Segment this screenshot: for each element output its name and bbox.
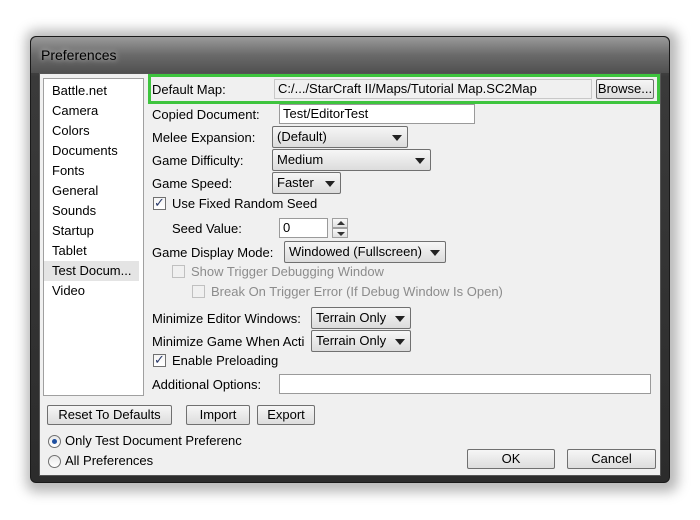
import-button[interactable]: Import [186, 405, 250, 425]
title-bar[interactable]: Preferences [31, 37, 669, 73]
enable-preloading-checkbox[interactable]: ✓ [153, 352, 166, 367]
break-on-trigger-error-checkbox[interactable] [192, 285, 205, 298]
default-map-label: Default Map: [152, 82, 226, 97]
category-item-fonts[interactable]: Fonts [44, 161, 143, 181]
additional-options-label: Additional Options: [152, 377, 262, 392]
scope-label-all-preferences: All Preferences [65, 453, 154, 468]
checkmark-icon: ✓ [154, 352, 165, 367]
default-map-field[interactable]: C:/.../StarCraft II/Maps/Tutorial Map.SC… [274, 79, 592, 99]
additional-options-field[interactable] [279, 374, 651, 394]
use-fixed-seed-label: Use Fixed Random Seed [172, 196, 318, 211]
chevron-down-icon [415, 158, 425, 164]
chevron-down-icon [395, 339, 405, 345]
minimize-editor-windows-label: Minimize Editor Windows: [152, 311, 301, 326]
show-trigger-debugging-label: Show Trigger Debugging Window [191, 264, 384, 279]
seed-value-label: Seed Value: [172, 221, 242, 236]
game-speed-label: Game Speed: [152, 176, 233, 191]
radio-selected-dot [52, 439, 57, 444]
copied-document-field[interactable]: Test/EditorTest [279, 104, 475, 124]
category-item-startup[interactable]: Startup [44, 221, 143, 241]
browse-button[interactable]: Browse... [596, 79, 654, 99]
category-item-colors[interactable]: Colors [44, 121, 143, 141]
enable-preloading-label: Enable Preloading [172, 353, 279, 368]
chevron-down-icon [392, 135, 402, 141]
category-item-battlenet[interactable]: Battle.net [44, 81, 143, 101]
game-display-mode-dropdown[interactable]: Windowed (Fullscreen) [284, 241, 446, 263]
chevron-down-icon [325, 181, 335, 187]
arrow-up-icon [337, 221, 345, 225]
category-list[interactable]: Battle.net Camera Colors Documents Fonts… [43, 78, 144, 396]
game-difficulty-label: Game Difficulty: [152, 153, 244, 168]
preferences-dialog: Preferences Battle.net Camera Colors Doc… [30, 36, 670, 483]
checkmark-icon: ✓ [154, 195, 165, 210]
scope-label-only-test-document: Only Test Document Preferenc [65, 433, 242, 448]
game-speed-value: Faster [277, 175, 314, 190]
game-speed-dropdown[interactable]: Faster [272, 172, 341, 194]
melee-expansion-label: Melee Expansion: [152, 130, 256, 145]
melee-expansion-dropdown[interactable]: (Default) [272, 126, 408, 148]
dialog-client-area: Battle.net Camera Colors Documents Fonts… [39, 73, 661, 476]
settings-panel: Default Map: C:/.../StarCraft II/Maps/Tu… [146, 74, 660, 396]
category-item-test-document[interactable]: Test Docum... [44, 261, 139, 281]
category-item-video[interactable]: Video [44, 281, 143, 301]
spin-down-button[interactable] [332, 228, 348, 238]
minimize-game-when-active-label: Minimize Game When Acti [152, 334, 305, 349]
melee-expansion-value: (Default) [277, 129, 327, 144]
export-button[interactable]: Export [257, 405, 315, 425]
chevron-down-icon [395, 316, 405, 322]
window-title: Preferences [41, 47, 117, 63]
chevron-down-icon [430, 250, 440, 256]
game-display-mode-value: Windowed (Fullscreen) [289, 244, 422, 259]
game-display-mode-label: Game Display Mode: [152, 245, 274, 260]
category-item-camera[interactable]: Camera [44, 101, 143, 121]
minimize-game-when-active-dropdown[interactable]: Terrain Only [311, 330, 411, 352]
game-difficulty-value: Medium [277, 152, 324, 167]
seed-value-field[interactable]: 0 [279, 218, 328, 238]
show-trigger-debugging-checkbox[interactable] [172, 265, 185, 278]
cancel-button[interactable]: Cancel [567, 449, 656, 469]
minimize-editor-windows-value: Terrain Only [316, 310, 387, 325]
reset-to-defaults-button[interactable]: Reset To Defaults [47, 405, 172, 425]
spin-up-button[interactable] [332, 218, 348, 228]
scope-radio-all-preferences[interactable] [48, 455, 61, 468]
category-item-tablet[interactable]: Tablet [44, 241, 143, 261]
ok-button[interactable]: OK [467, 449, 555, 469]
game-difficulty-dropdown[interactable]: Medium [272, 149, 431, 171]
minimize-editor-windows-dropdown[interactable]: Terrain Only [311, 307, 411, 329]
seed-value-spinner[interactable] [332, 218, 348, 238]
break-on-trigger-error-label: Break On Trigger Error (If Debug Window … [211, 284, 503, 299]
use-fixed-seed-checkbox[interactable]: ✓ [153, 195, 166, 210]
minimize-game-when-active-value: Terrain Only [316, 333, 387, 348]
category-item-documents[interactable]: Documents [44, 141, 143, 161]
scope-radio-only-test-document[interactable] [48, 435, 61, 448]
category-item-sounds[interactable]: Sounds [44, 201, 143, 221]
category-item-general[interactable]: General [44, 181, 143, 201]
arrow-down-icon [337, 232, 345, 236]
copied-document-label: Copied Document: [152, 107, 260, 122]
